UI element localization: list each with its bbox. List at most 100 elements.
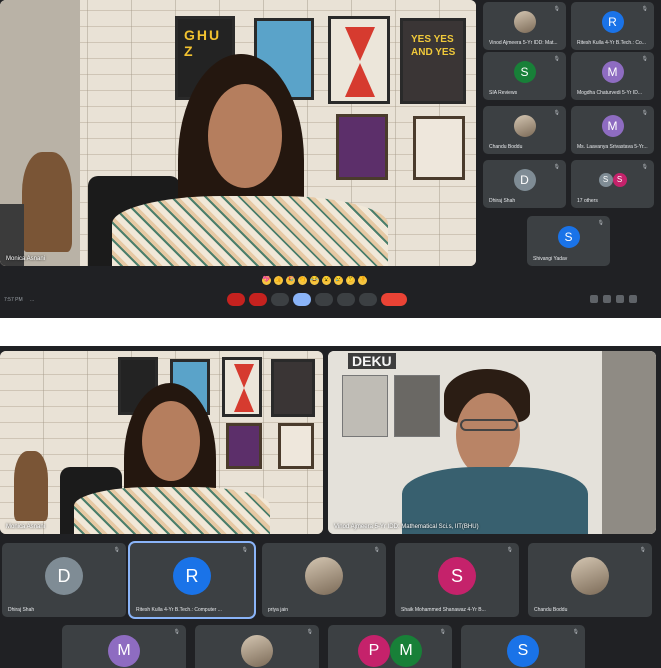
participant-name: Shivangi Yadav: [533, 256, 568, 262]
participant-tile[interactable]: 🎙 M: [62, 625, 186, 668]
mic-muted-icon: 🎙: [506, 547, 513, 553]
participant-name: Chandu Boddu: [534, 607, 568, 613]
mic-muted-icon: 🎙: [553, 56, 560, 62]
reactions-button[interactable]: [315, 293, 333, 306]
participant-name: Vinod Ajmeera 5-Yr IDD: Mat...: [489, 40, 558, 46]
participant-tile[interactable]: 🎙 S SIA Reviews: [483, 52, 566, 100]
chat-icon[interactable]: [616, 295, 624, 303]
mic-muted-icon: 🎙: [572, 629, 579, 635]
reaction-emoji-button[interactable]: 🤔: [346, 276, 355, 285]
participant-tile[interactable]: 🎙 D Dhiraj Shah: [483, 160, 566, 208]
participant-name: Chandu Boddu: [489, 144, 523, 150]
participant-photo: [571, 557, 609, 595]
participant-tile[interactable]: 🎙: [195, 625, 319, 668]
reaction-emoji-button[interactable]: 💖: [262, 276, 271, 285]
participant-tile[interactable]: 🎙 priya jain: [262, 543, 386, 617]
poster-hourglass-small: [222, 357, 262, 417]
mic-muted-icon: 🎙: [173, 629, 180, 635]
mic-muted-icon: 🎙: [553, 6, 560, 12]
certificate-frame-2: [413, 116, 465, 180]
student-face: [456, 393, 520, 477]
participant-tile[interactable]: 🎙 S Shaik Mohammed Shanawaz 4-Yr B...: [395, 543, 519, 617]
poster-ghuz-text: GHUZ: [184, 27, 222, 59]
screenshot-divider: [0, 318, 661, 346]
participant-tile[interactable]: 🎙 Vinod Ajmeera 5-Yr IDD: Mat...: [483, 2, 566, 50]
activities-icon[interactable]: [629, 295, 637, 303]
participant-avatar: D: [513, 169, 536, 191]
participant-tile[interactable]: 🎙 R Ritesh Kulla 4-Yr B.Tech.: Computer ..…: [128, 541, 256, 619]
participant-avatar: S: [513, 61, 536, 83]
participant-name: Ritesh Kulla 4-Yr B.Tech.: Co...: [577, 40, 646, 46]
statue: [14, 451, 48, 521]
speaker-face: [208, 84, 282, 188]
bottom-meeting-window: Monica Asnani DEKU Vinod Ajmeera 5-Yr ID…: [0, 346, 661, 668]
poster-hourglass: [328, 16, 390, 104]
participant-avatar: M: [601, 61, 624, 83]
present-button[interactable]: [293, 293, 311, 306]
participant-avatar: M: [390, 635, 422, 667]
right-speaker-tile[interactable]: DEKU Vinod Ajmeera 5-Yr IDD: Mathematica…: [328, 351, 656, 534]
reaction-emoji-button[interactable]: 👏: [298, 276, 307, 285]
certificate-frame-small-2: [278, 423, 314, 469]
mic-muted-icon: 🎙: [373, 547, 380, 553]
participant-tile[interactable]: 🎙 Chandu Boddu: [528, 543, 652, 617]
mic-muted-icon: 🎙: [639, 547, 646, 553]
participant-name: Dhiraj Shah: [8, 607, 35, 613]
speaker-outfit: [112, 196, 388, 266]
captions-button[interactable]: [271, 293, 289, 306]
poster-yes: YES YES AND YES: [400, 18, 466, 104]
speaker-face-smiling: [142, 401, 200, 481]
people-icon[interactable]: [603, 295, 611, 303]
participant-photo: [305, 557, 343, 595]
raise-hand-button[interactable]: [337, 293, 355, 306]
participant-tile[interactable]: 🎙 M Mogdha Chaturvedi 5-Yr ID...: [571, 52, 654, 100]
reaction-emoji-button[interactable]: 👎: [358, 276, 367, 285]
mic-muted-icon: 🎙: [553, 110, 560, 116]
reaction-emoji-button[interactable]: 🎉: [286, 276, 295, 285]
poster-yes-small: [271, 359, 315, 417]
participant-tile[interactable]: 🎙 Chandu Boddu: [483, 106, 566, 154]
participant-tile[interactable]: 🎙 S S 17 others: [571, 160, 654, 208]
meeting-code: ...: [30, 297, 35, 303]
mic-muted-icon: 🎙: [241, 547, 248, 553]
participant-name: 17 others: [577, 198, 598, 204]
mic-toggle-button[interactable]: [227, 293, 245, 306]
reaction-emoji-button[interactable]: 👍: [274, 276, 283, 285]
participant-name: Mogdha Chaturvedi 5-Yr ID...: [577, 90, 643, 96]
participant-tile[interactable]: 🎙 M Ms. Laavanya Srivastava 5-Yr...: [571, 106, 654, 154]
mic-muted-icon: 🎙: [553, 164, 560, 170]
participant-tile[interactable]: 🎙 S: [461, 625, 585, 668]
participant-tile[interactable]: 🎙 D Dhiraj Shah: [2, 543, 126, 617]
mic-muted-icon: 🎙: [113, 547, 120, 553]
participant-avatar: M: [601, 115, 624, 137]
participant-photo: [241, 635, 273, 667]
anime-poster-1: [342, 375, 388, 437]
participant-avatar: R: [601, 11, 624, 33]
leave-call-button[interactable]: [381, 293, 407, 306]
participant-name: Shaik Mohammed Shanawaz 4-Yr B...: [401, 607, 486, 613]
more-options-button[interactable]: [359, 293, 377, 306]
mic-muted-icon: 🎙: [597, 220, 604, 226]
call-controls: [227, 293, 407, 307]
participant-name: SIA Reviews: [489, 90, 518, 96]
mic-muted-icon: 🎙: [641, 56, 648, 62]
left-speaker-name-label: Monica Asnani: [6, 524, 46, 530]
participant-tile[interactable]: 🎙 R Ritesh Kulla 4-Yr B.Tech.: Co...: [571, 2, 654, 50]
participant-name: Dhiraj Shah: [489, 198, 516, 204]
participant-avatar: S: [438, 557, 476, 595]
participant-avatar: R: [173, 557, 211, 595]
reaction-emoji-button[interactable]: 😮: [322, 276, 331, 285]
reaction-emoji-button[interactable]: 😂: [310, 276, 319, 285]
main-speaker-tile[interactable]: GHUZ YES YES AND YES Monica Asnani: [0, 0, 476, 266]
participant-tile[interactable]: 🎙 P M: [328, 625, 452, 668]
participant-photo: [513, 115, 536, 137]
left-speaker-tile[interactable]: Monica Asnani: [0, 351, 323, 534]
reaction-emoji-button[interactable]: 😢: [334, 276, 343, 285]
info-icon[interactable]: [590, 295, 598, 303]
participant-tile[interactable]: 🎙 S Shivangi Yadav: [527, 216, 610, 266]
mic-muted-icon: 🎙: [439, 629, 446, 635]
camera-toggle-button[interactable]: [249, 293, 267, 306]
mic-muted-icon: 🎙: [641, 6, 648, 12]
participant-name: Ritesh Kulla 4-Yr B.Tech.: Computer ...: [136, 607, 222, 613]
reactions-bar: 💖 👍 🎉 👏 😂 😮 😢 🤔 👎: [262, 276, 367, 286]
